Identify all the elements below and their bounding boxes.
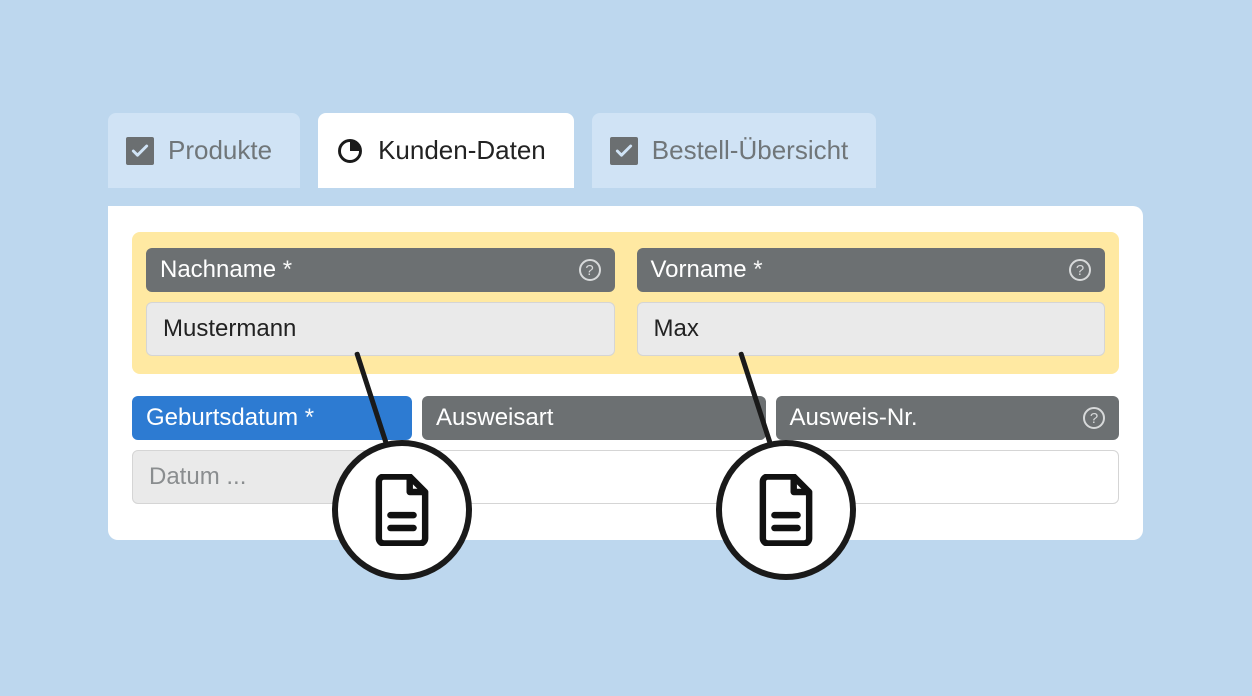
- tab-order-overview-label: Bestell-Übersicht: [652, 135, 849, 166]
- form-panel: Nachname * ? Mustermann Vorname * ? Max: [108, 206, 1143, 540]
- field-firstname: Vorname * ? Max: [637, 248, 1106, 356]
- tab-products[interactable]: Produkte: [108, 113, 300, 188]
- tab-customer-data-label: Kunden-Daten: [378, 135, 546, 166]
- idtype-input[interactable]: [422, 450, 766, 504]
- field-idtype-label: Ausweisart: [422, 396, 766, 440]
- idnumber-label-text: Ausweis-Nr.: [790, 406, 918, 430]
- highlighted-name-group: Nachname * ? Mustermann Vorname * ? Max: [132, 232, 1119, 374]
- help-icon[interactable]: ?: [579, 259, 601, 281]
- progress-pie-icon: [336, 137, 364, 165]
- required-marker: *: [753, 256, 762, 283]
- birthdate-label-text: Geburtsdatum: [146, 404, 298, 431]
- firstname-input[interactable]: Max: [637, 302, 1106, 356]
- tab-products-label: Produkte: [168, 135, 272, 166]
- field-lastname: Nachname * ? Mustermann: [146, 248, 615, 356]
- document-callout-icon: [332, 440, 472, 580]
- tabs-row: Produkte Kunden-Daten Bestell-Übersicht: [108, 113, 876, 188]
- idtype-label-text: Ausweisart: [436, 406, 553, 430]
- firstname-label-text: Vorname: [651, 256, 747, 283]
- required-marker: *: [305, 404, 314, 431]
- help-icon[interactable]: ?: [1083, 407, 1105, 429]
- id-row: Geburtsdatum * Datum ... Ausweisart Ausw…: [132, 396, 1119, 504]
- lastname-label-text: Nachname: [160, 256, 276, 283]
- required-marker: *: [283, 256, 292, 283]
- lastname-input[interactable]: Mustermann: [146, 302, 615, 356]
- field-firstname-label: Vorname * ?: [637, 248, 1106, 292]
- field-idtype: Ausweisart: [422, 396, 766, 504]
- stage: Produkte Kunden-Daten Bestell-Übersicht: [0, 0, 1252, 696]
- field-lastname-label: Nachname * ?: [146, 248, 615, 292]
- check-icon: [610, 137, 638, 165]
- tab-order-overview[interactable]: Bestell-Übersicht: [592, 113, 877, 188]
- check-icon: [126, 137, 154, 165]
- document-callout-icon: [716, 440, 856, 580]
- tab-customer-data[interactable]: Kunden-Daten: [318, 113, 574, 188]
- help-icon[interactable]: ?: [1069, 259, 1091, 281]
- field-idnumber-label: Ausweis-Nr. ?: [776, 396, 1120, 440]
